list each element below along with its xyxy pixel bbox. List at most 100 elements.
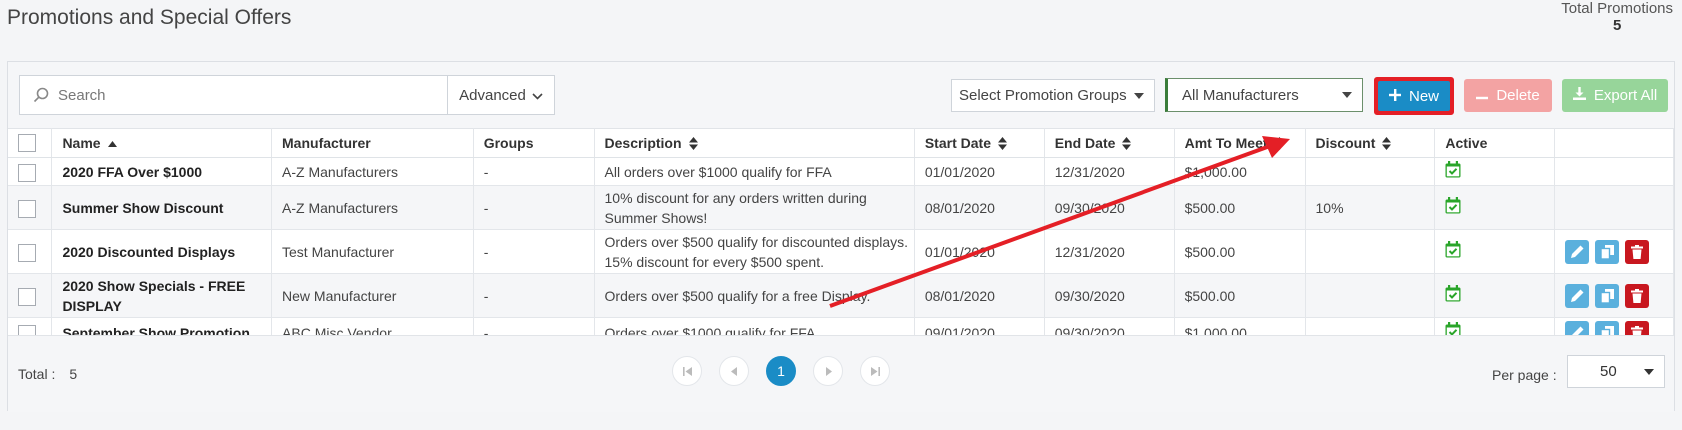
promotion-name[interactable]: Summer Show Discount: [51, 185, 273, 230]
column-manufacturer-label: Manufacturer: [282, 134, 371, 151]
calendar-check-icon: [1445, 160, 1461, 181]
per-page-select[interactable]: 50: [1567, 355, 1665, 388]
next-page-button[interactable]: [813, 356, 843, 386]
column-end-date-label: End Date: [1054, 134, 1116, 151]
next-page-icon: [825, 366, 832, 376]
column-header-groups: Groups: [473, 128, 595, 158]
promotion-discount: [1305, 273, 1436, 318]
row-actions: [1554, 273, 1674, 318]
calendar-check-icon: [1445, 196, 1461, 217]
promotion-groups: -: [473, 273, 595, 318]
promotion-description: All orders over $1000 qualify for FFA: [594, 157, 915, 186]
promotion-manufacturer: New Manufacturer: [271, 273, 474, 318]
sort-icon: [1382, 137, 1392, 151]
calendar-check-icon: [1445, 284, 1461, 305]
per-page-value: 50: [1600, 363, 1617, 380]
trash-icon: [1631, 244, 1644, 259]
first-page-icon: [682, 366, 692, 376]
promotion-start-date: 08/01/2020: [914, 185, 1045, 230]
trash-icon: [1631, 288, 1644, 303]
sort-asc-icon: [107, 140, 117, 147]
manufacturer-select[interactable]: All Manufacturers: [1165, 78, 1363, 112]
total-count-label: Total :: [18, 366, 56, 382]
promotion-end-date: 09/30/2020: [1044, 185, 1175, 230]
last-page-icon: [870, 366, 880, 376]
pagination: 1: [672, 356, 890, 386]
column-header-description[interactable]: Description: [594, 128, 915, 158]
row-checkbox[interactable]: [18, 243, 36, 262]
promotion-name[interactable]: 2020 Show Specials - FREE DISPLAY: [51, 273, 273, 318]
total-promotions-summary: Total Promotions 5: [1561, 0, 1673, 34]
delete-row-button[interactable]: [1625, 239, 1650, 264]
table-row[interactable]: 2020 Show Specials - FREE DISPLAY New Ma…: [8, 273, 1674, 318]
prev-page-icon: [730, 366, 737, 376]
column-description-label: Description: [604, 134, 682, 151]
promotion-discount: 10%: [1305, 185, 1436, 230]
column-discount-label: Discount: [1315, 134, 1376, 151]
column-header-name[interactable]: Name: [51, 128, 273, 158]
plus-icon: [1388, 88, 1401, 105]
new-button[interactable]: New: [1374, 77, 1454, 115]
export-all-button[interactable]: Export All: [1562, 79, 1668, 112]
total-count-value: 5: [69, 366, 78, 382]
column-active-label: Active: [1445, 134, 1488, 151]
row-actions: [1554, 157, 1674, 186]
table-row[interactable]: Summer Show Discount A-Z Manufacturers -…: [8, 185, 1674, 230]
calendar-check-icon: [1445, 240, 1461, 261]
column-header-discount[interactable]: Discount: [1305, 128, 1436, 158]
prev-page-button[interactable]: [719, 356, 749, 386]
promotion-amt-to-meet: $500.00: [1174, 273, 1306, 318]
new-label: New: [1408, 87, 1439, 105]
chevron-down-icon: [1342, 92, 1352, 98]
search-field[interactable]: [20, 76, 448, 114]
promotion-start-date: 01/01/2020: [914, 157, 1045, 186]
column-groups-label: Groups: [483, 134, 534, 151]
current-page-number: 1: [777, 363, 785, 379]
select-all-checkbox[interactable]: [18, 133, 36, 152]
first-page-button[interactable]: [672, 356, 702, 386]
column-header-end-date[interactable]: End Date: [1044, 128, 1175, 158]
download-icon: [1572, 87, 1586, 104]
page-button-current[interactable]: 1: [766, 356, 796, 386]
copy-button[interactable]: [1595, 283, 1620, 308]
promotions-panel: Advanced Select Promotion Groups All Man…: [7, 61, 1675, 412]
sort-icon: [1274, 137, 1284, 151]
row-checkbox[interactable]: [18, 287, 36, 306]
toolbar: Advanced Select Promotion Groups All Man…: [8, 62, 1674, 129]
promotions-table: Name Manufacturer Groups Description Sta…: [8, 128, 1674, 348]
sort-icon: [1122, 137, 1132, 151]
row-checkbox[interactable]: [18, 199, 36, 218]
advanced-search-button[interactable]: Advanced: [448, 76, 554, 114]
per-page-label: Per page :: [1492, 367, 1557, 383]
last-page-button[interactable]: [860, 356, 890, 386]
edit-button[interactable]: [1565, 239, 1590, 264]
column-name-label: Name: [62, 134, 101, 151]
table-row[interactable]: 2020 Discounted Displays Test Manufactur…: [8, 229, 1674, 274]
table-row[interactable]: 2020 FFA Over $1000 A-Z Manufacturers - …: [8, 157, 1674, 186]
promotion-name[interactable]: 2020 Discounted Displays: [51, 229, 273, 274]
delete-row-button[interactable]: [1625, 283, 1650, 308]
promotion-groups: -: [473, 185, 595, 230]
manufacturer-value: All Manufacturers: [1182, 86, 1299, 104]
delete-label: Delete: [1496, 87, 1540, 104]
search-icon: [32, 86, 50, 104]
column-start-date-label: Start Date: [924, 134, 991, 151]
promotion-groups-select[interactable]: Select Promotion Groups: [951, 79, 1155, 112]
chevron-down-icon: [1644, 369, 1654, 375]
column-header-start-date[interactable]: Start Date: [914, 128, 1045, 158]
promotion-name[interactable]: 2020 FFA Over $1000: [51, 157, 273, 186]
promotion-description: Orders over $500 qualify for a free Disp…: [594, 273, 915, 318]
page-title: Promotions and Special Offers: [7, 6, 292, 29]
column-header-amt-to-meet[interactable]: Amt To Meet: [1174, 128, 1306, 158]
promotion-amt-to-meet: $500.00: [1174, 229, 1306, 274]
promotion-active: [1434, 229, 1556, 274]
copy-button[interactable]: [1595, 239, 1620, 264]
promotion-groups: -: [473, 229, 595, 274]
promotion-start-date: 08/01/2020: [914, 273, 1045, 318]
delete-button[interactable]: Delete: [1464, 79, 1552, 112]
total-promotions-value: 5: [1612, 17, 1622, 34]
edit-button[interactable]: [1565, 283, 1590, 308]
promotion-groups: -: [473, 157, 595, 186]
search-input[interactable]: [56, 85, 440, 105]
row-checkbox[interactable]: [18, 163, 36, 182]
